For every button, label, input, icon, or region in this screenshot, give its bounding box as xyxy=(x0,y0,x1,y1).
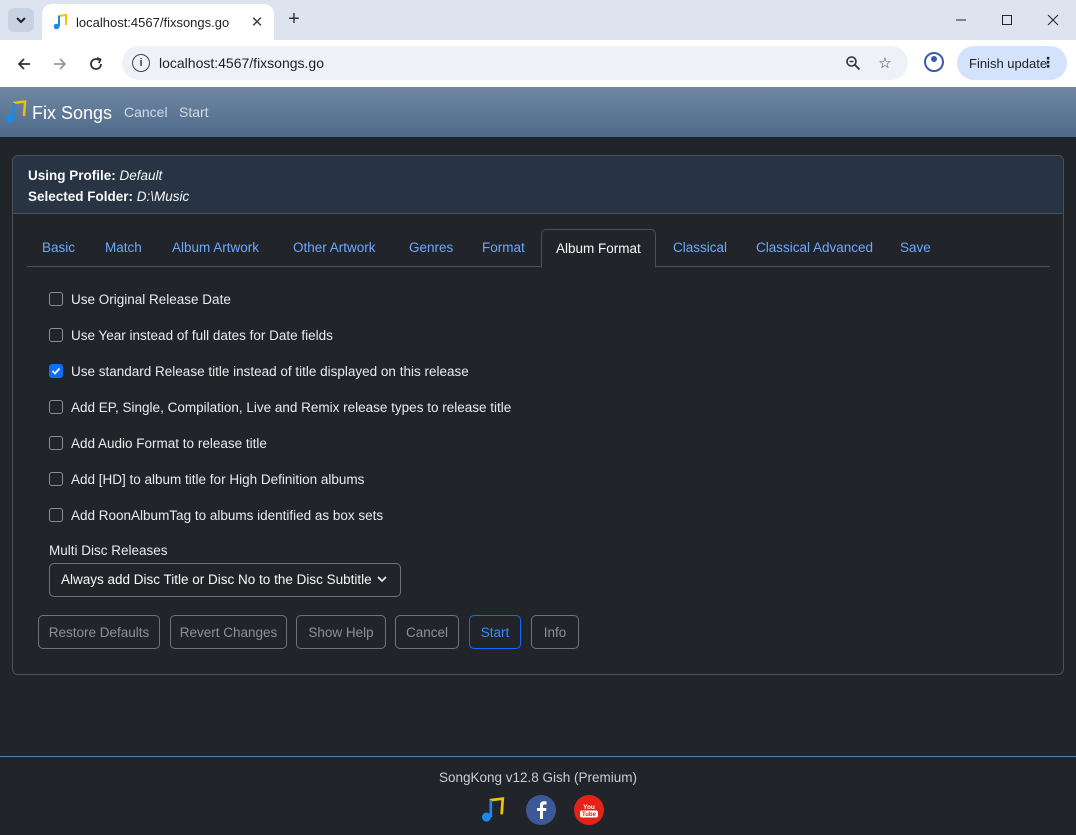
checkbox[interactable] xyxy=(49,508,63,522)
window-close-icon[interactable] xyxy=(1030,0,1076,40)
option-year-instead-of-dates[interactable]: Use Year instead of full dates for Date … xyxy=(49,325,333,345)
footer: SongKong v12.8 Gish (Premium) You Tube xyxy=(0,756,1076,835)
browser-tab[interactable]: localhost:4567/fixsongs.go ✕ xyxy=(42,4,274,40)
option-label: Add Audio Format to release title xyxy=(71,435,267,451)
tab-classical-advanced[interactable]: Classical Advanced xyxy=(756,229,873,267)
card-header: Using Profile: Default Selected Folder: … xyxy=(13,156,1063,214)
app-navbar: Fix Songs Cancel Start xyxy=(0,87,1076,137)
settings-card: Using Profile: Default Selected Folder: … xyxy=(12,155,1064,675)
option-label: Use Year instead of full dates for Date … xyxy=(71,327,333,343)
tab-album-format[interactable]: Album Format xyxy=(541,229,656,268)
minimize-icon[interactable] xyxy=(938,0,984,40)
option-label: Use Original Release Date xyxy=(71,291,231,307)
songkong-favicon-icon xyxy=(53,14,67,30)
show-help-button[interactable]: Show Help xyxy=(296,615,386,649)
browser-toolbar: i localhost:4567/fixsongs.go ☆ Finish up… xyxy=(0,40,1076,87)
youtube-icon[interactable]: You Tube xyxy=(574,795,604,825)
option-roon-album-tag[interactable]: Add RoonAlbumTag to albums identified as… xyxy=(49,505,383,525)
folder-value: D:\Music xyxy=(136,189,190,204)
songkong-logo-icon xyxy=(5,100,27,123)
profile-value: Default xyxy=(119,168,163,183)
reload-icon[interactable] xyxy=(83,51,109,77)
folder-line: Selected Folder: D:\Music xyxy=(28,189,190,204)
option-add-hd[interactable]: Add [HD] to album title for High Definit… xyxy=(49,469,364,489)
multi-disc-select[interactable]: Always add Disc Title or Disc No to the … xyxy=(49,563,401,597)
zoom-icon[interactable] xyxy=(842,52,864,74)
more-menu-icon[interactable]: ⋮ xyxy=(1041,54,1055,71)
info-button[interactable]: Info xyxy=(531,615,579,649)
tab-close-icon[interactable]: ✕ xyxy=(248,13,266,31)
checkbox[interactable] xyxy=(49,400,63,414)
browser-tabstrip: localhost:4567/fixsongs.go ✕ + xyxy=(0,0,1076,40)
new-tab-plus-icon[interactable]: + xyxy=(284,9,304,29)
start-button[interactable]: Start xyxy=(469,615,521,649)
profile-icon[interactable] xyxy=(924,52,944,72)
profile-line: Using Profile: Default xyxy=(28,168,163,183)
tab-match[interactable]: Match xyxy=(105,229,142,267)
back-arrow-icon[interactable] xyxy=(11,51,37,77)
tab-basic[interactable]: Basic xyxy=(42,229,75,267)
option-label: Add EP, Single, Compilation, Live and Re… xyxy=(71,399,512,415)
cancel-button[interactable]: Cancel xyxy=(395,615,459,649)
address-url: localhost:4567/fixsongs.go xyxy=(159,55,324,71)
nav-start-link[interactable]: Start xyxy=(179,104,209,120)
tab-album-artwork[interactable]: Album Artwork xyxy=(172,229,259,267)
checkbox[interactable] xyxy=(49,328,63,342)
multi-disc-label: Multi Disc Releases xyxy=(49,543,168,558)
svg-text:Tube: Tube xyxy=(582,812,597,818)
multi-disc-selected: Always add Disc Title or Disc No to the … xyxy=(61,572,372,587)
tab-search-chevron-icon[interactable] xyxy=(8,8,34,32)
tab-genres[interactable]: Genres xyxy=(409,229,453,267)
bookmark-star-icon[interactable]: ☆ xyxy=(874,52,896,74)
option-original-release-date[interactable]: Use Original Release Date xyxy=(49,289,231,309)
footer-version: SongKong v12.8 Gish (Premium) xyxy=(438,770,638,785)
option-add-release-types[interactable]: Add EP, Single, Compilation, Live and Re… xyxy=(49,397,511,417)
nav-cancel-link[interactable]: Cancel xyxy=(124,104,168,120)
facebook-icon[interactable] xyxy=(526,795,556,825)
checkbox-checked[interactable] xyxy=(49,364,63,378)
option-label: Add [HD] to album title for High Definit… xyxy=(71,471,365,487)
tab-title: localhost:4567/fixsongs.go xyxy=(76,14,230,30)
tab-format[interactable]: Format xyxy=(482,229,525,267)
tab-other-artwork[interactable]: Other Artwork xyxy=(293,229,376,267)
maximize-icon[interactable] xyxy=(984,0,1030,40)
svg-text:You: You xyxy=(583,804,595,811)
finish-update-label: Finish update xyxy=(969,55,1048,71)
songkong-logo-icon[interactable] xyxy=(478,795,508,825)
address-bar[interactable]: i localhost:4567/fixsongs.go ☆ xyxy=(122,46,908,80)
checkbox[interactable] xyxy=(49,472,63,486)
chevron-down-icon xyxy=(377,576,387,583)
app-brand[interactable]: Fix Songs xyxy=(32,103,112,124)
revert-changes-button[interactable]: Revert Changes xyxy=(170,615,287,649)
tab-classical[interactable]: Classical xyxy=(673,229,727,267)
option-label: Use standard Release title instead of ti… xyxy=(71,363,469,379)
option-label: Add RoonAlbumTag to albums identified as… xyxy=(71,507,384,523)
option-add-audio-format[interactable]: Add Audio Format to release title xyxy=(49,433,267,453)
checkbox[interactable] xyxy=(49,436,63,450)
settings-tabs: Basic Match Album Artwork Other Artwork … xyxy=(27,229,1050,268)
restore-defaults-button[interactable]: Restore Defaults xyxy=(38,615,160,649)
option-standard-release-title[interactable]: Use standard Release title instead of ti… xyxy=(49,361,469,381)
finish-update-button[interactable]: Finish update ⋮ xyxy=(957,46,1067,80)
checkbox[interactable] xyxy=(49,292,63,306)
tab-save[interactable]: Save xyxy=(900,229,931,267)
forward-arrow-icon[interactable] xyxy=(47,51,73,77)
site-info-icon[interactable]: i xyxy=(132,54,150,72)
